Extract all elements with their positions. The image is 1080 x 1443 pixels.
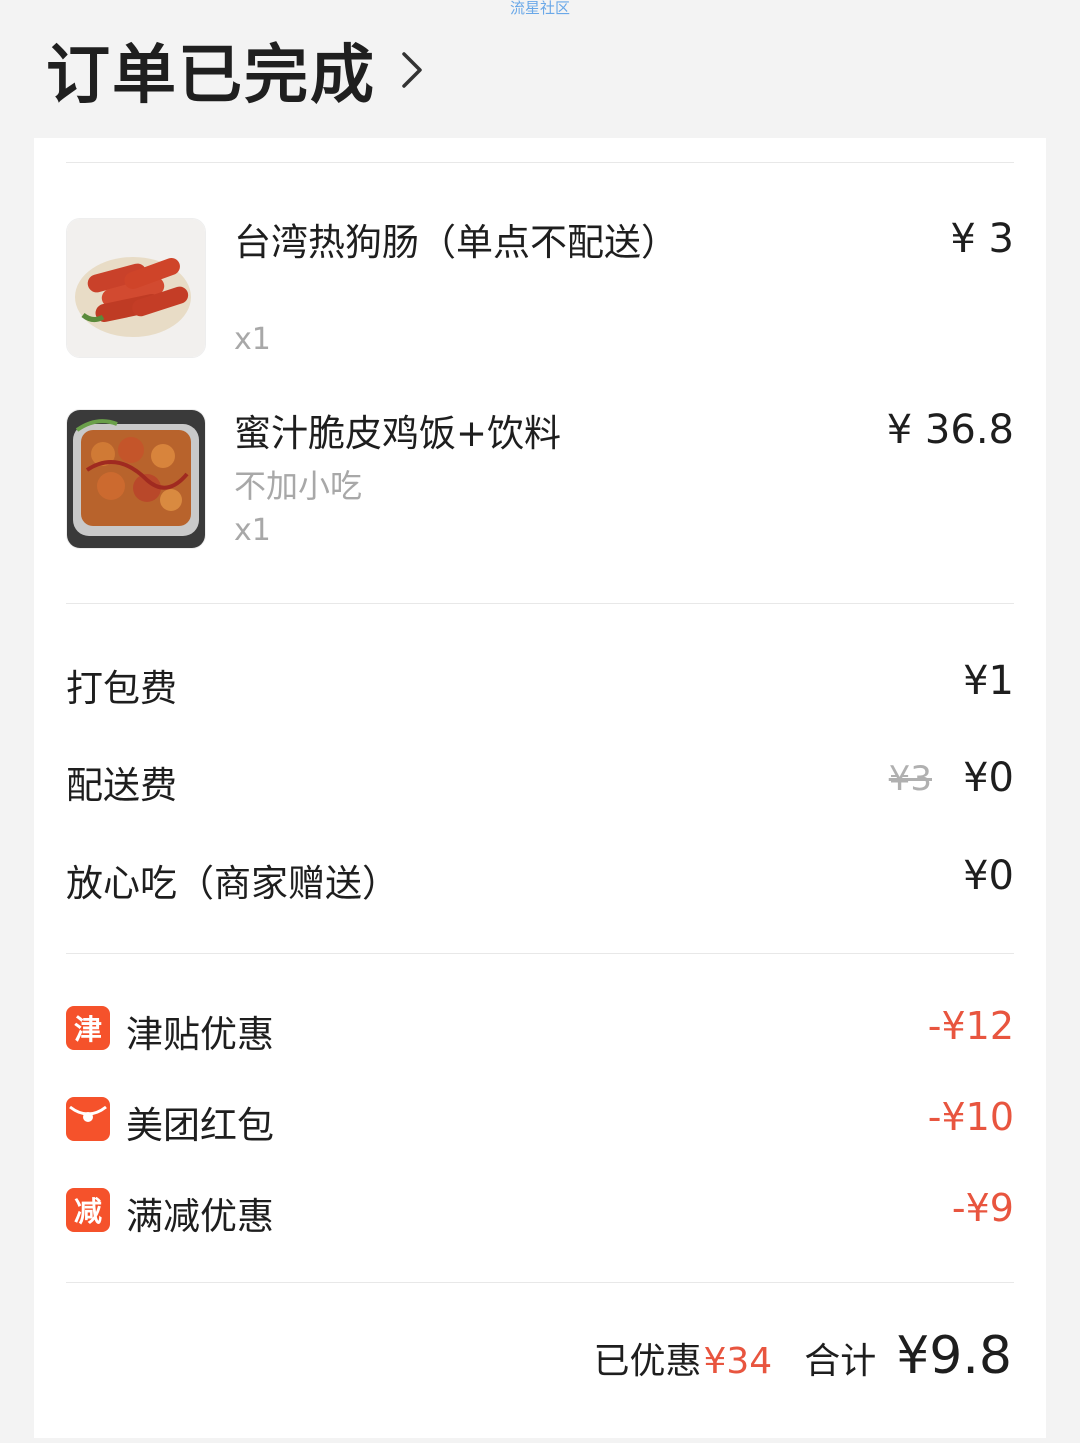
fee-label: 配送费 <box>66 764 177 807</box>
discount-value: -¥10 <box>927 1095 1014 1139</box>
divider <box>66 953 1014 954</box>
item-name: 台湾热狗肠（单点不配送） <box>234 221 678 264</box>
discount-label: 美团红包 <box>126 1104 274 1147</box>
total-label: 合计 <box>804 1341 877 1382</box>
saved-label: 已优惠 <box>593 1341 702 1382</box>
fee-value: ¥0 <box>963 853 1014 899</box>
order-summary: 已优惠 ¥34 合计 ¥9.8 <box>593 1326 1012 1386</box>
fee-row-delivery: 配送费 ¥3 ¥0 <box>66 755 1014 807</box>
divider <box>66 162 1014 163</box>
fee-row-insurance: 放心吃（商家赠送） ¥0 <box>66 853 1014 905</box>
discount-value: -¥9 <box>951 1186 1014 1230</box>
discount-label: 满减优惠 <box>126 1195 274 1238</box>
chevron-right-icon <box>400 52 434 88</box>
fee-value: ¥1 <box>963 658 1014 704</box>
item-spec: 不加小吃 <box>234 467 363 505</box>
order-item[interactable]: 蜜汁脆皮鸡饭+饮料 不加小吃 x1 ¥ 36.8 <box>66 407 1014 549</box>
fee-original-price: ¥3 <box>888 759 932 799</box>
fee-label: 打包费 <box>66 667 177 710</box>
order-status-header[interactable]: 订单已完成 <box>46 30 434 113</box>
divider <box>66 603 1014 604</box>
order-detail-card: 台湾热狗肠（单点不配送） x1 ¥ 3 蜜汁脆皮鸡饭+饮料 不加小吃 x1 ¥ … <box>34 138 1046 1438</box>
item-price: ¥ 36.8 <box>886 407 1014 453</box>
item-name: 蜜汁脆皮鸡饭+饮料 <box>234 412 562 455</box>
fee-label: 放心吃（商家赠送） <box>66 862 399 905</box>
item-qty: x1 <box>234 322 271 357</box>
fee-value: ¥0 <box>963 755 1014 801</box>
fee-row-packing: 打包费 ¥1 <box>66 658 1014 710</box>
discount-value: -¥12 <box>927 1004 1014 1048</box>
jin-badge-icon: 津 <box>66 1006 110 1050</box>
discount-row-allowance: 津 津贴优惠 -¥12 <box>66 1004 1014 1056</box>
red-packet-icon <box>66 1097 110 1141</box>
item-price: ¥ 3 <box>950 216 1014 262</box>
order-item[interactable]: 台湾热狗肠（单点不配送） x1 ¥ 3 <box>66 216 1014 358</box>
item-image-hotdog <box>66 218 206 358</box>
discount-row-full-reduction: 减 满减优惠 -¥9 <box>66 1186 1014 1238</box>
page-title: 订单已完成 <box>46 39 376 113</box>
jian-badge-icon: 减 <box>66 1188 110 1232</box>
discount-label: 津贴优惠 <box>126 1013 274 1056</box>
saved-value: ¥34 <box>703 1341 773 1382</box>
watermark: 流星社区 <box>509 0 570 17</box>
item-qty: x1 <box>234 513 271 548</box>
item-image-chicken-rice <box>66 409 206 549</box>
divider <box>66 1282 1014 1283</box>
total-value: ¥9.8 <box>896 1326 1012 1386</box>
discount-row-red-packet: 美团红包 -¥10 <box>66 1095 1014 1147</box>
